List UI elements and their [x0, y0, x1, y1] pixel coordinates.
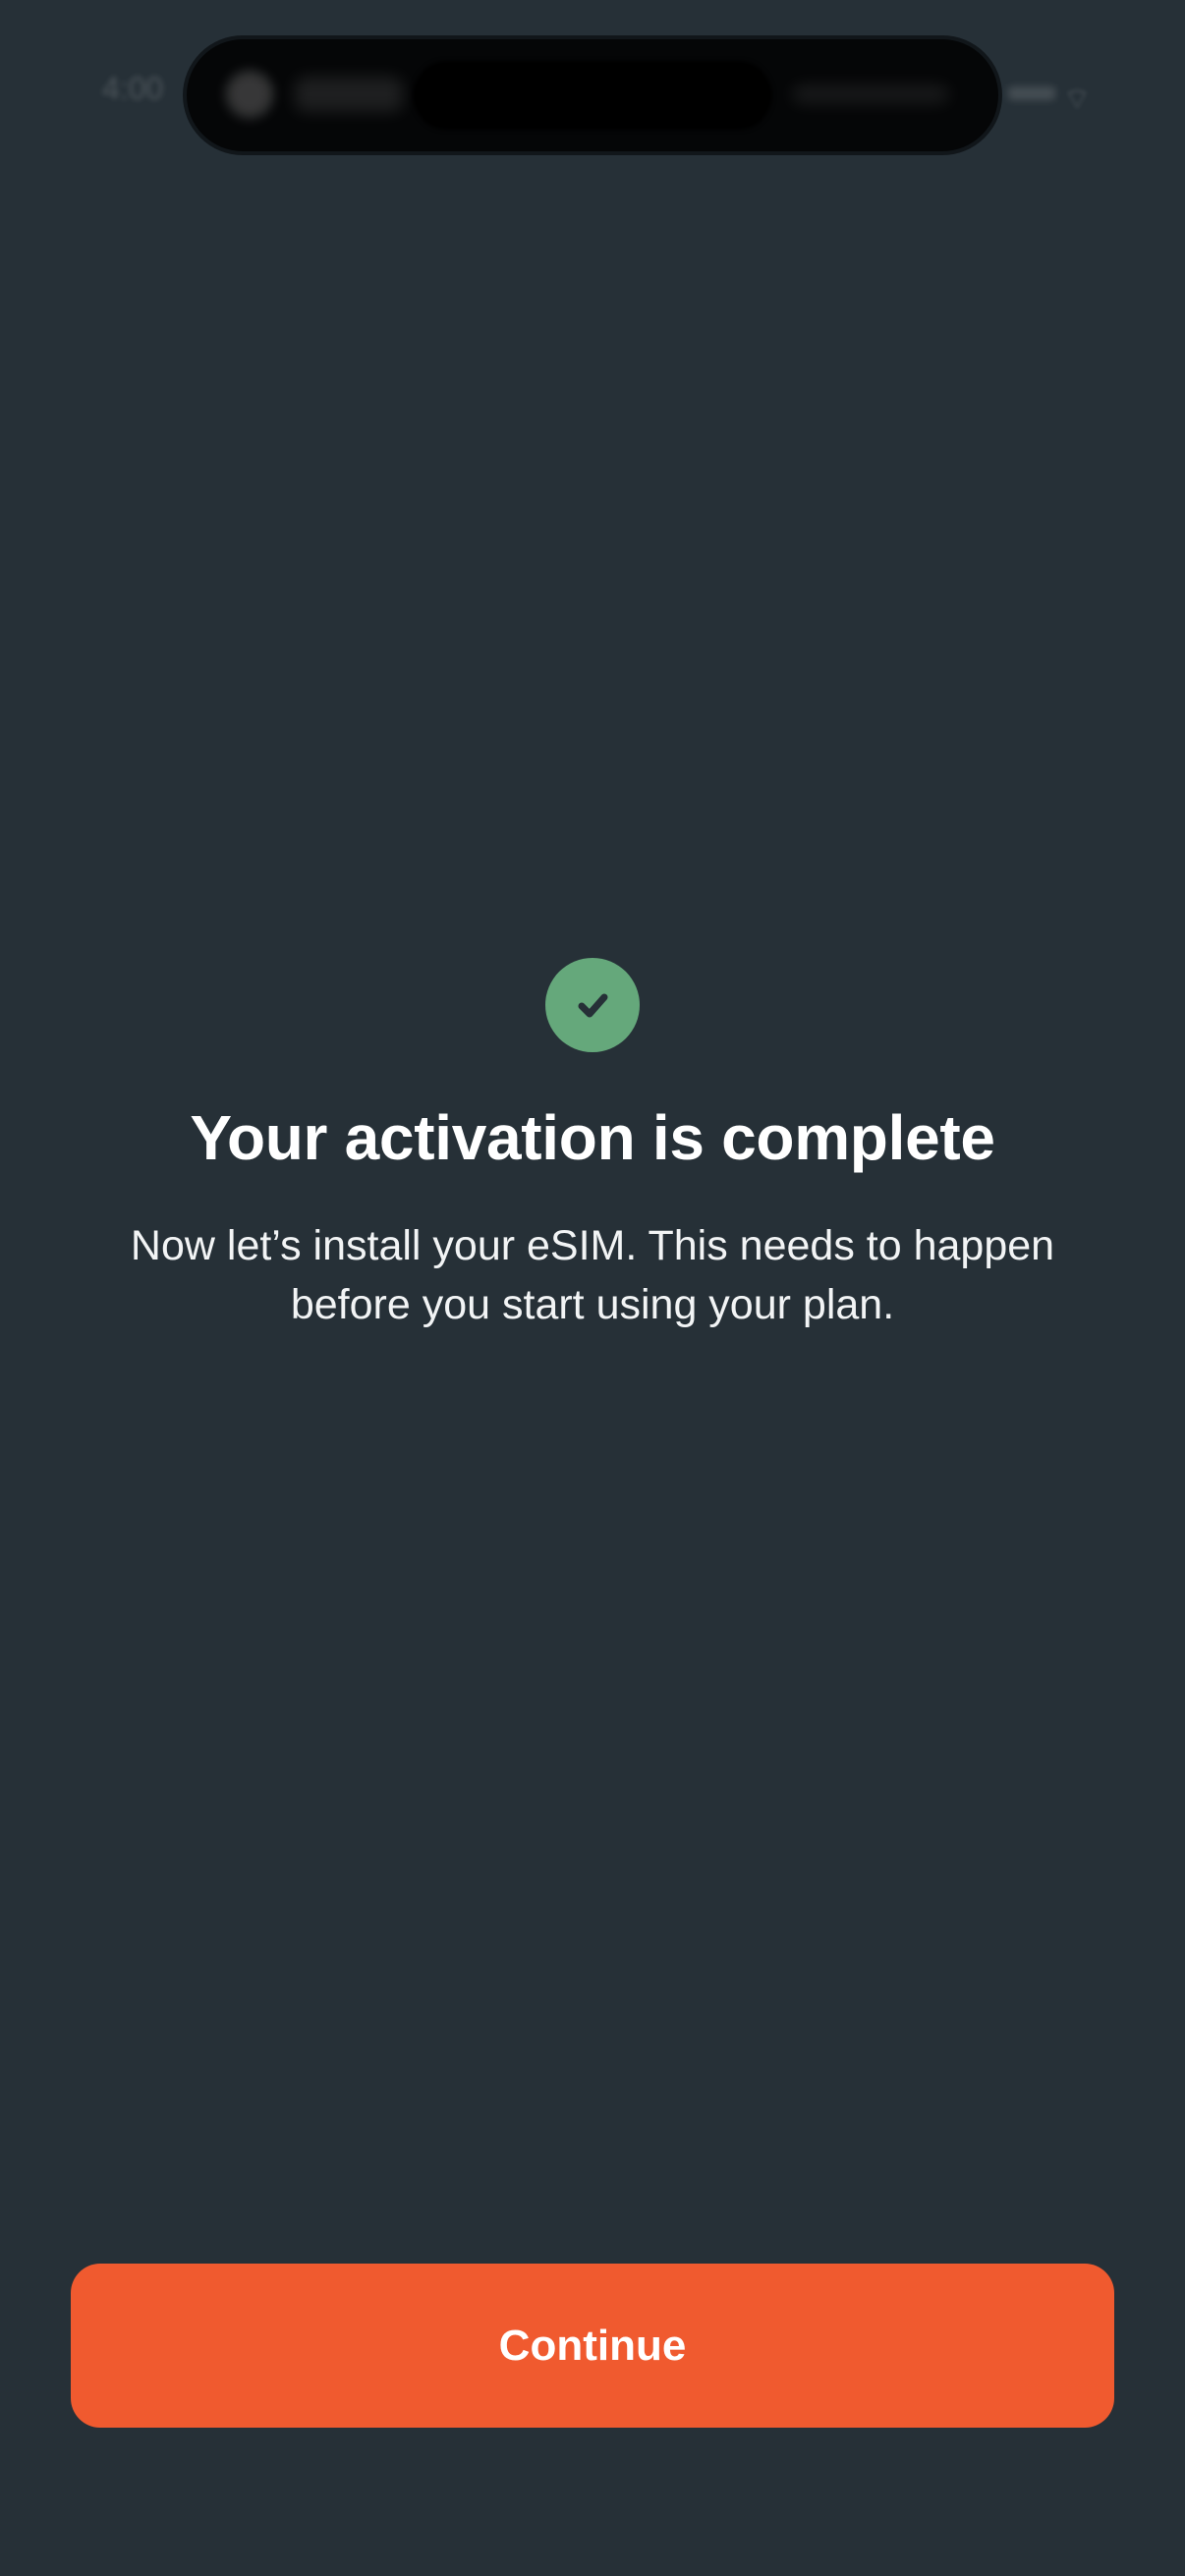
signal-icon: [1008, 86, 1055, 100]
continue-button[interactable]: Continue: [71, 2264, 1114, 2428]
status-time: 4:00: [102, 71, 164, 106]
check-icon: [578, 993, 608, 1018]
dynamic-island: [187, 39, 998, 151]
island-status-text: [792, 84, 949, 104]
wifi-icon: ⌔: [1063, 84, 1092, 116]
activation-complete-content: Your activation is complete Now let’s in…: [0, 958, 1185, 1334]
success-check-badge: [545, 958, 640, 1052]
status-indicators: ⌔: [1008, 79, 1106, 116]
front-camera-area: [413, 61, 772, 130]
activation-complete-title: Your activation is complete: [190, 1102, 995, 1173]
status-bar: 4:00 ⌔: [0, 0, 1185, 177]
island-app-icon: [226, 71, 273, 118]
island-activity-text: [295, 77, 403, 112]
install-esim-message: Now let’s install your eSIM. This needs …: [130, 1222, 1055, 1328]
